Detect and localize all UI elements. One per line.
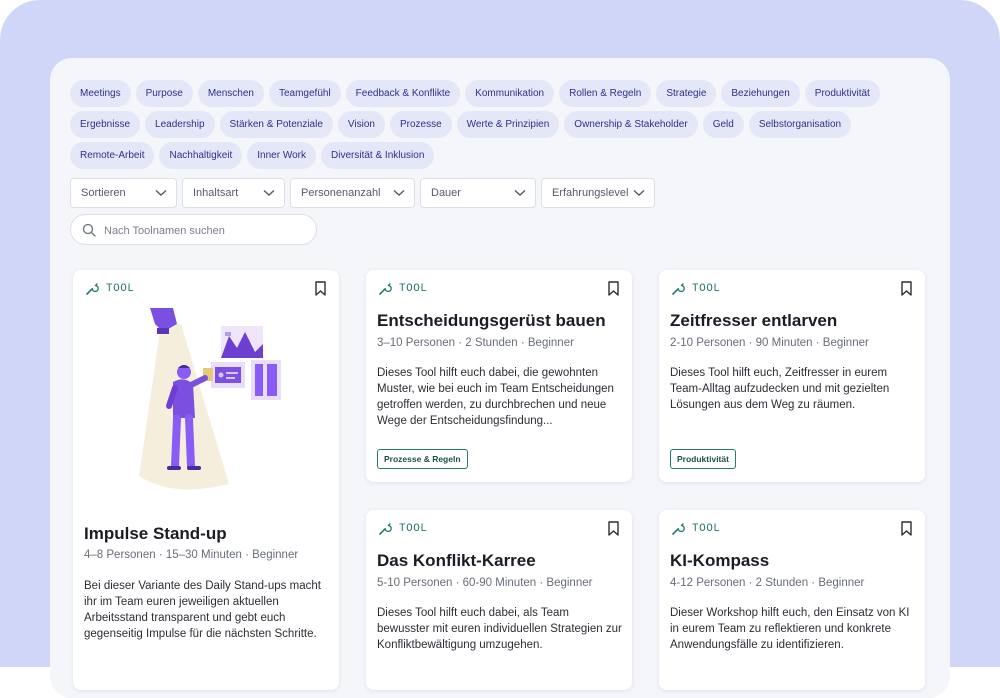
card-category-tag[interactable]: Prozesse & Regeln	[377, 449, 468, 469]
chip-feedback-konflikte[interactable]: Feedback & Konflikte	[345, 80, 461, 107]
content-type-dropdown-label: Inhaltsart	[193, 187, 239, 199]
card-meta: 4–8 Personen · 15–30 Minuten · Beginner	[84, 549, 299, 561]
content-type-dropdown[interactable]: Inhaltsart	[182, 178, 285, 208]
people-count-dropdown[interactable]: Personenanzahl	[290, 178, 415, 208]
people-count-dropdown-label: Personenanzahl	[301, 187, 381, 199]
chip-leadership[interactable]: Leadership	[145, 111, 215, 138]
chevron-down-icon	[514, 189, 526, 196]
experience-level-dropdown[interactable]: Erfahrungslevel	[541, 178, 655, 208]
wrench-icon	[672, 283, 685, 295]
card-title: KI-Kompass	[670, 551, 770, 570]
chip-staerken-potenziale[interactable]: Stärken & Potenziale	[219, 111, 333, 138]
chip-inner-work[interactable]: Inner Work	[247, 142, 317, 169]
duration-dropdown-label: Dauer	[431, 187, 461, 199]
chip-rollen-regeln[interactable]: Rollen & Regeln	[559, 80, 652, 107]
wrench-icon	[86, 283, 99, 295]
card-title: Das Konflikt-Karree	[377, 551, 536, 570]
tool-type-label: TOOL	[378, 522, 427, 536]
chevron-down-icon	[393, 189, 405, 196]
chip-teamgefuehl[interactable]: Teamgefühl	[268, 80, 341, 107]
bookmark-icon[interactable]	[608, 521, 619, 536]
card-meta: 3–10 Personen · 2 Stunden · Beginner	[377, 337, 574, 349]
chip-diversitaet-inklusion[interactable]: Diversität & Inklusion	[321, 142, 435, 169]
chip-vision[interactable]: Vision	[337, 111, 385, 138]
card-description: Dieser Workshop hilft euch, den Einsatz …	[670, 607, 910, 651]
bookmark-icon[interactable]	[901, 281, 912, 296]
chevron-down-icon	[263, 189, 275, 196]
category-filter-chips: Meetings Purpose Menschen Teamgefühl Fee…	[70, 80, 930, 173]
chip-kommunikation[interactable]: Kommunikation	[465, 80, 555, 107]
duration-dropdown[interactable]: Dauer	[420, 178, 536, 208]
tool-type-text: TOOL	[106, 283, 135, 295]
chip-selbstorganisation[interactable]: Selbstorganisation	[748, 111, 852, 138]
experience-level-dropdown-label: Erfahrungslevel	[552, 187, 629, 199]
chip-meetings[interactable]: Meetings	[70, 80, 131, 107]
chip-strategie[interactable]: Strategie	[656, 80, 717, 107]
tool-type-label: TOOL	[85, 282, 134, 296]
tool-type-label: TOOL	[671, 522, 720, 536]
tool-card-entscheidungsgeruest-bauen[interactable]: TOOL Entscheidungsgerüst bauen 3–10 Pers…	[366, 270, 632, 482]
chip-geld[interactable]: Geld	[702, 111, 744, 138]
sort-dropdown[interactable]: Sortieren	[70, 178, 177, 208]
wrench-icon	[379, 523, 392, 535]
tool-type-text: TOOL	[692, 283, 721, 295]
card-description: Dieses Tool hilft euch, Zeitfresser in e…	[670, 367, 890, 411]
card-meta: 4-12 Personen · 2 Stunden · Beginner	[670, 577, 865, 589]
card-title: Impulse Stand-up	[84, 524, 227, 543]
filter-bar: Sortieren Inhaltsart Personenanzahl Daue…	[70, 178, 660, 208]
chip-prozesse[interactable]: Prozesse	[389, 111, 452, 138]
chip-row-2: Ergebnisse Leadership Stärken & Potenzia…	[70, 111, 930, 138]
chip-row-3: Remote-Arbeit Nachhaltigkeit Inner Work …	[70, 142, 930, 169]
tool-type-label: TOOL	[671, 282, 720, 296]
tool-type-text: TOOL	[399, 283, 428, 295]
search-icon	[82, 223, 96, 237]
bookmark-icon[interactable]	[315, 281, 326, 296]
chip-beziehungen[interactable]: Beziehungen	[721, 80, 800, 107]
person-spotlight-presentation-illustration	[139, 308, 281, 490]
wrench-icon	[672, 523, 685, 535]
card-title: Entscheidungsgerüst bauen	[377, 311, 606, 330]
tool-card-impulse-stand-up[interactable]: TOOL Impulse Stand-up 4–8 Personen · 15–…	[73, 270, 339, 690]
bookmark-icon[interactable]	[608, 281, 619, 296]
card-description: Bei dieser Variante des Daily Stand-ups …	[84, 580, 321, 640]
chevron-down-icon	[633, 189, 645, 196]
card-description: Dieses Tool hilft euch dabei, als Team b…	[377, 607, 622, 651]
chip-row-1: Meetings Purpose Menschen Teamgefühl Fee…	[70, 80, 930, 107]
tool-type-text: TOOL	[692, 523, 721, 535]
chip-produktivitaet[interactable]: Produktivität	[804, 80, 880, 107]
chevron-down-icon	[155, 189, 167, 196]
chip-werte-prinzipien[interactable]: Werte & Prinzipien	[456, 111, 560, 138]
wrench-icon	[379, 283, 392, 295]
tool-card-ki-kompass[interactable]: TOOL KI-Kompass 4-12 Personen · 2 Stunde…	[659, 510, 925, 690]
card-meta: 5-10 Personen · 60-90 Minuten · Beginner	[377, 577, 593, 589]
search-input[interactable]	[102, 219, 311, 242]
tool-type-text: TOOL	[399, 523, 428, 535]
chip-ownership-stakeholder[interactable]: Ownership & Stakeholder	[564, 111, 698, 138]
card-meta: 2-10 Personen · 90 Minuten · Beginner	[670, 337, 869, 349]
tool-card-zeitfresser-entlarven[interactable]: TOOL Zeitfresser entlarven 2-10 Personen…	[659, 270, 925, 482]
bookmark-icon[interactable]	[901, 521, 912, 536]
chip-remote-arbeit[interactable]: Remote-Arbeit	[70, 142, 155, 169]
sort-dropdown-label: Sortieren	[81, 187, 126, 199]
chip-ergebnisse[interactable]: Ergebnisse	[70, 111, 141, 138]
tool-search-box	[70, 214, 317, 245]
card-title: Zeitfresser entlarven	[670, 311, 838, 330]
card-description: Dieses Tool hilft euch dabei, die gewohn…	[377, 367, 614, 427]
chip-menschen[interactable]: Menschen	[197, 80, 264, 107]
chip-nachhaltigkeit[interactable]: Nachhaltigkeit	[159, 142, 243, 169]
card-category-tag[interactable]: Produktivität	[670, 449, 736, 469]
tool-card-das-konflikt-karree[interactable]: TOOL Das Konflikt-Karree 5-10 Personen ·…	[366, 510, 632, 690]
chip-purpose[interactable]: Purpose	[135, 80, 193, 107]
tool-type-label: TOOL	[378, 282, 427, 296]
